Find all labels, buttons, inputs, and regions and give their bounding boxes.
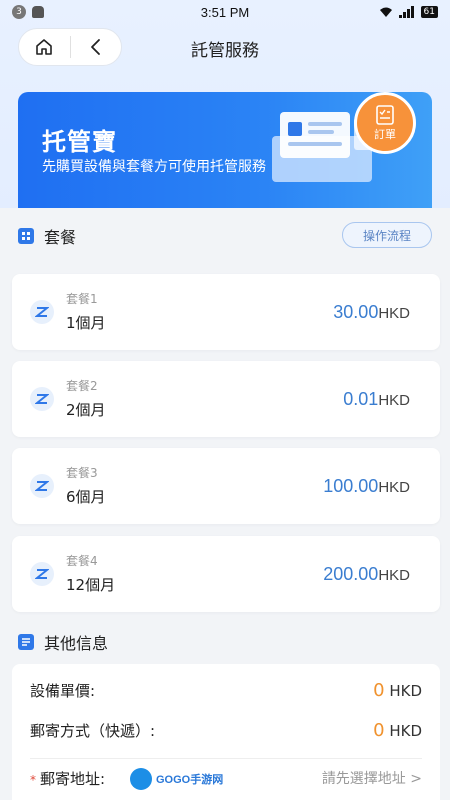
banner: 托管寶 先購買設備與套餐方可使用托管服務 訂單	[18, 92, 432, 212]
plan-duration: 1個月	[66, 314, 106, 332]
page-title: 託管服務	[191, 41, 259, 61]
banner-subtitle: 先購買設備與套餐方可使用托管服務	[42, 159, 266, 175]
order-button[interactable]: 訂單	[354, 92, 416, 154]
other-section-title: 其他信息	[44, 634, 109, 653]
wifi-icon	[379, 7, 392, 17]
notification-badge: 3	[12, 5, 26, 19]
shipping-row: 郵寄方式（快遞）: 0 HKD	[30, 720, 422, 741]
plan-currency: HKD	[378, 305, 410, 322]
unit-price-label: 設備單價:	[30, 682, 96, 700]
grid-icon	[18, 228, 34, 244]
plan-price-value: 100.00	[323, 476, 379, 496]
plan-name: 套餐2	[66, 379, 98, 393]
plan-icon	[30, 562, 54, 586]
plan-icon	[30, 387, 54, 411]
address-select[interactable]: 請先選擇地址 >	[322, 768, 422, 788]
plan-price-value: 0.01	[343, 389, 379, 409]
required-mark: *	[30, 773, 36, 787]
unit-price-value: 0 HKD	[373, 680, 422, 701]
shipping-label: 郵寄方式（快遞）:	[30, 722, 156, 740]
battery-icon: 61	[420, 6, 438, 18]
plan-name: 套餐4	[66, 554, 98, 568]
document-icon	[18, 634, 34, 650]
shipping-value: 0 HKD	[373, 720, 422, 741]
status-bar: 3 3:51 PM 61	[0, 0, 450, 24]
address-label: 郵寄地址:	[40, 770, 106, 788]
plan-icon	[30, 474, 54, 498]
plan-name: 套餐3	[66, 466, 98, 480]
plan-duration: 6個月	[66, 488, 106, 506]
other-section-header: 其他信息	[18, 630, 108, 654]
unit-price-number: 0	[373, 680, 385, 701]
plan-card[interactable]: 套餐3 6個月 100.00HKD	[12, 448, 440, 524]
status-time: 3:51 PM	[200, 4, 250, 20]
info-divider	[30, 758, 422, 759]
watermark-circle-icon	[130, 768, 152, 790]
plan-currency: HKD	[378, 567, 410, 584]
plans-section-title: 套餐	[44, 228, 77, 247]
plan-duration: 12個月	[66, 576, 116, 594]
plan-name: 套餐1	[66, 292, 98, 306]
shipping-currency: HKD	[389, 722, 422, 740]
operation-flow-button[interactable]: 操作流程	[342, 222, 432, 248]
banner-title: 托管寶	[42, 128, 117, 156]
plans-section-header: 套餐	[18, 224, 76, 248]
content-area: 套餐 操作流程 套餐1 1個月 30.00HKD 套餐2 2個月 0.01HKD…	[0, 208, 450, 800]
signal-icon	[398, 6, 414, 18]
plan-price: 200.00HKD	[323, 564, 410, 585]
unit-price-currency: HKD	[389, 682, 422, 700]
watermark-text: GOGO手游网	[156, 774, 224, 786]
order-list-icon	[376, 105, 394, 125]
other-info-card: 設備單價: 0 HKD 郵寄方式（快遞）: 0 HKD * 郵寄地址: GOGO手…	[12, 664, 440, 800]
plan-duration: 2個月	[66, 401, 106, 419]
plan-card[interactable]: 套餐4 12個月 200.00HKD	[12, 536, 440, 612]
plan-price-value: 200.00	[323, 564, 379, 584]
order-label: 訂單	[374, 128, 396, 141]
plan-currency: HKD	[378, 479, 410, 496]
plan-card[interactable]: 套餐2 2個月 0.01HKD	[12, 361, 440, 437]
android-icon	[32, 6, 44, 18]
plan-price: 100.00HKD	[323, 476, 410, 497]
plan-icon	[30, 300, 54, 324]
shipping-number: 0	[373, 720, 385, 741]
plan-price: 0.01HKD	[343, 389, 410, 410]
plan-price-value: 30.00	[333, 302, 379, 322]
plan-currency: HKD	[378, 392, 410, 409]
address-row[interactable]: * 郵寄地址: GOGO手游网 請先選擇地址 >	[30, 766, 422, 792]
unit-price-row: 設備單價: 0 HKD	[30, 680, 422, 701]
plan-card[interactable]: 套餐1 1個月 30.00HKD	[12, 274, 440, 350]
watermark-logo: GOGO手游网	[130, 766, 228, 792]
plan-price: 30.00HKD	[333, 302, 410, 323]
